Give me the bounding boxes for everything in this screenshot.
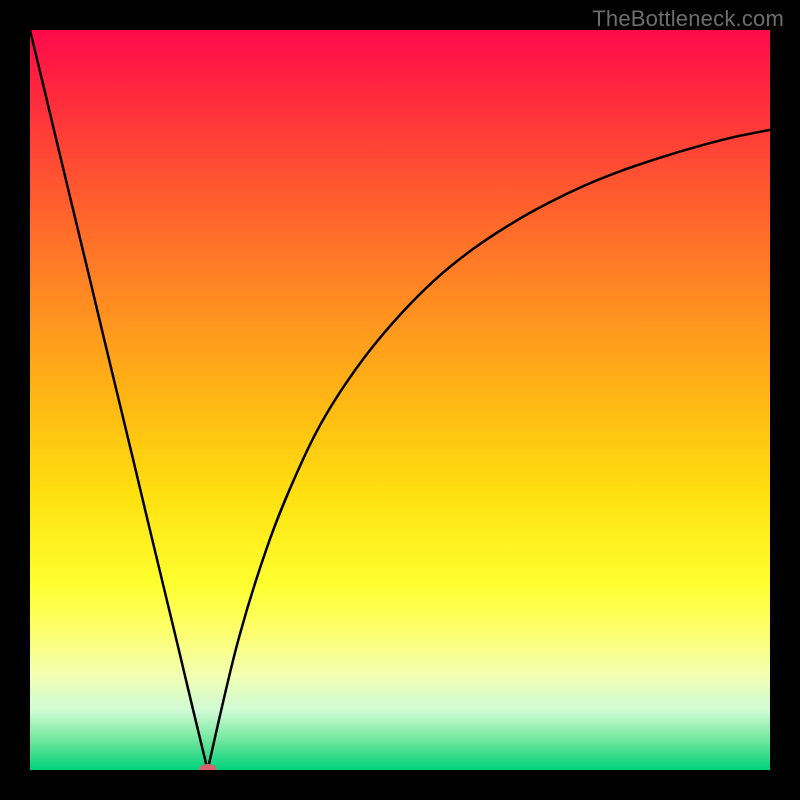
bottleneck-curve	[30, 30, 770, 770]
attribution-text: TheBottleneck.com	[592, 6, 784, 32]
minimum-marker-dot	[199, 764, 217, 770]
plot-frame	[30, 30, 770, 770]
